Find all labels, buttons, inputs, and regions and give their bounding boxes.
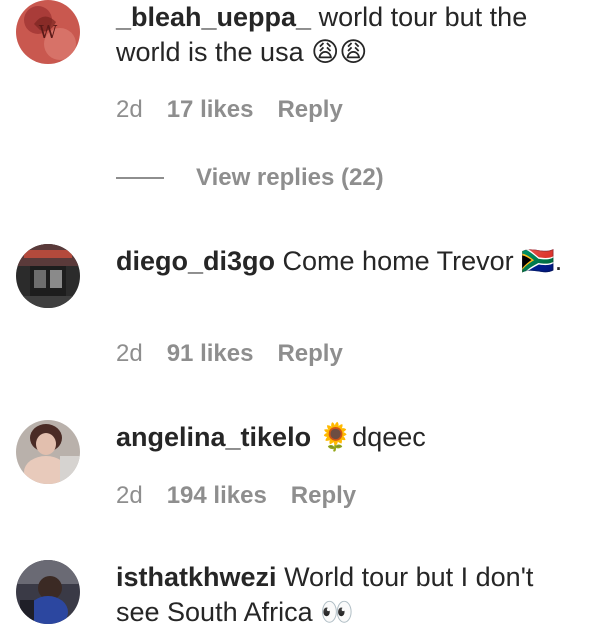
comment-text: diego_di3go Come home Trevor 🇿🇦. [116,244,576,279]
comment-likes[interactable]: 91 likes [167,340,254,368]
comment-body: Come home Trevor 🇿🇦. [282,246,563,276]
comment-text: isthatkhwezi World tour but I don't see … [116,560,576,630]
avatar[interactable]: W [16,0,80,64]
comment-likes[interactable]: 194 likes [167,482,267,510]
comment-username[interactable]: diego_di3go [116,246,275,276]
comment-time: 2d [116,340,143,367]
comment-likes[interactable]: 17 likes [167,96,254,124]
reply-button[interactable]: Reply [277,340,342,368]
comment-username[interactable]: angelina_tikelo [116,422,311,452]
view-replies-button[interactable]: View replies (22) [116,164,384,192]
comment-meta: 2d 91 likes Reply [116,340,343,368]
reply-button[interactable]: Reply [277,96,342,124]
avatar-image: W [16,0,80,64]
comment-meta: 2d 17 likes Reply [116,96,343,124]
avatar-image [16,420,80,484]
reply-button[interactable]: Reply [291,482,356,510]
comment-meta: 2d 194 likes Reply [116,482,356,510]
view-replies-label: View replies (22) [196,164,384,191]
avatar-image [16,244,80,308]
comment-username[interactable]: isthatkhwezi [116,562,277,592]
avatar[interactable] [16,560,80,624]
avatar[interactable] [16,420,80,484]
svg-text:W: W [39,22,58,43]
comment-time: 2d [116,482,143,509]
comment-username[interactable]: _bleah_ueppa_ [116,2,311,32]
comment-text: angelina_tikelo 🌻dqeec [116,420,576,455]
avatar[interactable] [16,244,80,308]
avatar-image [16,560,80,624]
comment-body: 🌻dqeec [318,422,426,452]
divider-line [116,177,164,179]
comment-text: _bleah_ueppa_ world tour but the world i… [116,0,576,70]
comment-time: 2d [116,96,143,123]
